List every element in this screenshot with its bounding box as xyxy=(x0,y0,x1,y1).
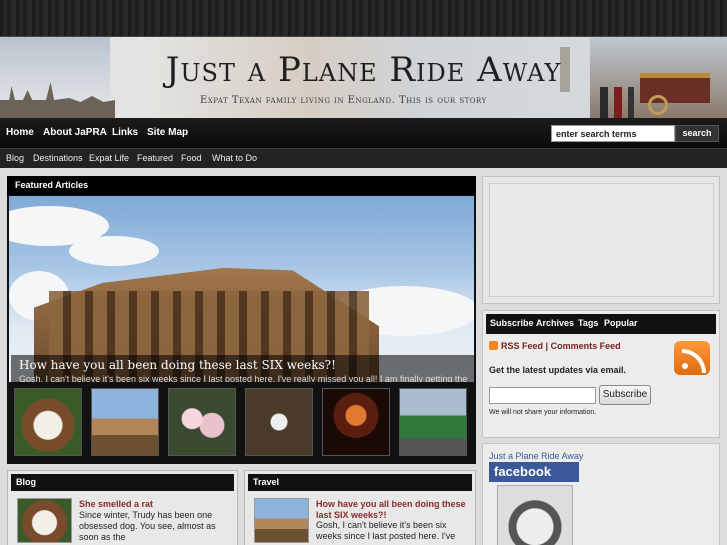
category-nav: Blog Destinations Expat Life Featured Fo… xyxy=(0,148,727,168)
facebook-page-link[interactable]: Just a Plane Ride Away xyxy=(489,451,583,461)
blog-post-text: Since winter, Trudy has been one obsesse… xyxy=(79,510,216,542)
blog-box: Blog She smelled a rat Since winter, Tru… xyxy=(7,470,238,545)
cloud xyxy=(69,236,159,266)
travel-post-text: Gosh, I can't believe it's been six week… xyxy=(316,520,456,541)
thumb-parthenon[interactable] xyxy=(91,388,159,456)
thumb-dog[interactable] xyxy=(14,388,82,456)
rss-large-icon[interactable] xyxy=(674,341,710,375)
cat-what-to-do[interactable]: What to Do xyxy=(212,153,257,163)
ad-placeholder xyxy=(489,183,714,297)
featured-caption: How have you all been doing these last S… xyxy=(11,355,474,382)
search-button[interactable]: search xyxy=(675,125,719,142)
cat-featured[interactable]: Featured xyxy=(137,153,173,163)
travel-box: Travel How have you all been doing these… xyxy=(244,470,476,545)
subscribe-button[interactable]: Subscribe xyxy=(599,385,651,405)
tab-popular[interactable]: Popular xyxy=(604,318,638,328)
email-updates-label: Get the latest updates via email. xyxy=(489,365,627,375)
nav-home[interactable]: Home xyxy=(6,127,34,138)
banner-people xyxy=(600,87,640,118)
privacy-note: We will not share your information. xyxy=(489,409,597,416)
featured-excerpt: Gosh, I can't believe it's been six week… xyxy=(19,374,468,382)
blog-post-thumb[interactable] xyxy=(17,498,72,543)
site-title[interactable]: Just a Plane Ride Away xyxy=(0,50,727,90)
subscribe-widget: Subscribe Archives Tags Popular RSS Feed… xyxy=(482,310,720,438)
travel-post-thumb[interactable] xyxy=(254,498,309,543)
tab-tags[interactable]: Tags xyxy=(578,318,598,328)
cat-blog[interactable]: Blog xyxy=(6,153,24,163)
thumb-tram[interactable] xyxy=(399,388,467,456)
facebook-logo[interactable]: facebook xyxy=(489,462,579,482)
thumb-dog-field[interactable] xyxy=(245,388,313,456)
featured-articles: Featured Articles How have you all been … xyxy=(7,176,476,464)
site-subtitle: Expat Texan family living in England. Th… xyxy=(200,95,487,106)
facebook-widget: Just a Plane Ride Away facebook xyxy=(482,443,720,545)
nav-site-map[interactable]: Site Map xyxy=(147,127,188,138)
top-wood-strip xyxy=(0,0,727,37)
rss-feed-link[interactable]: RSS Feed xyxy=(501,341,543,351)
featured-heading: Featured Articles xyxy=(7,176,476,195)
tab-subscribe[interactable]: Subscribe xyxy=(490,318,534,328)
sidebar-ad xyxy=(482,176,720,304)
cat-expat-life[interactable]: Expat Life xyxy=(89,153,129,163)
featured-title[interactable]: How have you all been doing these last S… xyxy=(19,358,468,372)
nav-about[interactable]: About JaPRA xyxy=(43,127,107,138)
blog-post-title[interactable]: She smelled a rat xyxy=(79,499,229,510)
cat-destinations[interactable]: Destinations xyxy=(33,153,83,163)
comments-feed-link[interactable]: Comments Feed xyxy=(551,341,621,351)
feed-links: RSS Feed | Comments Feed xyxy=(489,341,621,351)
subscribe-tabs: Subscribe Archives Tags Popular xyxy=(486,314,716,334)
header-banner: Just a Plane Ride Away Expat Texan famil… xyxy=(0,37,727,118)
travel-post-title[interactable]: How have you all been doing these last S… xyxy=(316,499,468,521)
email-field[interactable] xyxy=(489,387,596,404)
featured-image[interactable]: How have you all been doing these last S… xyxy=(9,196,474,382)
blog-heading: Blog xyxy=(11,474,234,491)
rss-icon xyxy=(489,341,498,350)
nav-links[interactable]: Links xyxy=(112,127,138,138)
featured-thumbnails xyxy=(14,386,476,458)
thumb-flowers[interactable] xyxy=(168,388,236,456)
travel-heading: Travel xyxy=(248,474,472,491)
cat-food[interactable]: Food xyxy=(181,153,202,163)
tab-archives[interactable]: Archives xyxy=(536,318,574,328)
thumb-performer[interactable] xyxy=(322,388,390,456)
facebook-profile-photo[interactable] xyxy=(497,485,573,545)
feed-separator: | xyxy=(545,341,549,351)
search-input[interactable] xyxy=(551,125,675,142)
